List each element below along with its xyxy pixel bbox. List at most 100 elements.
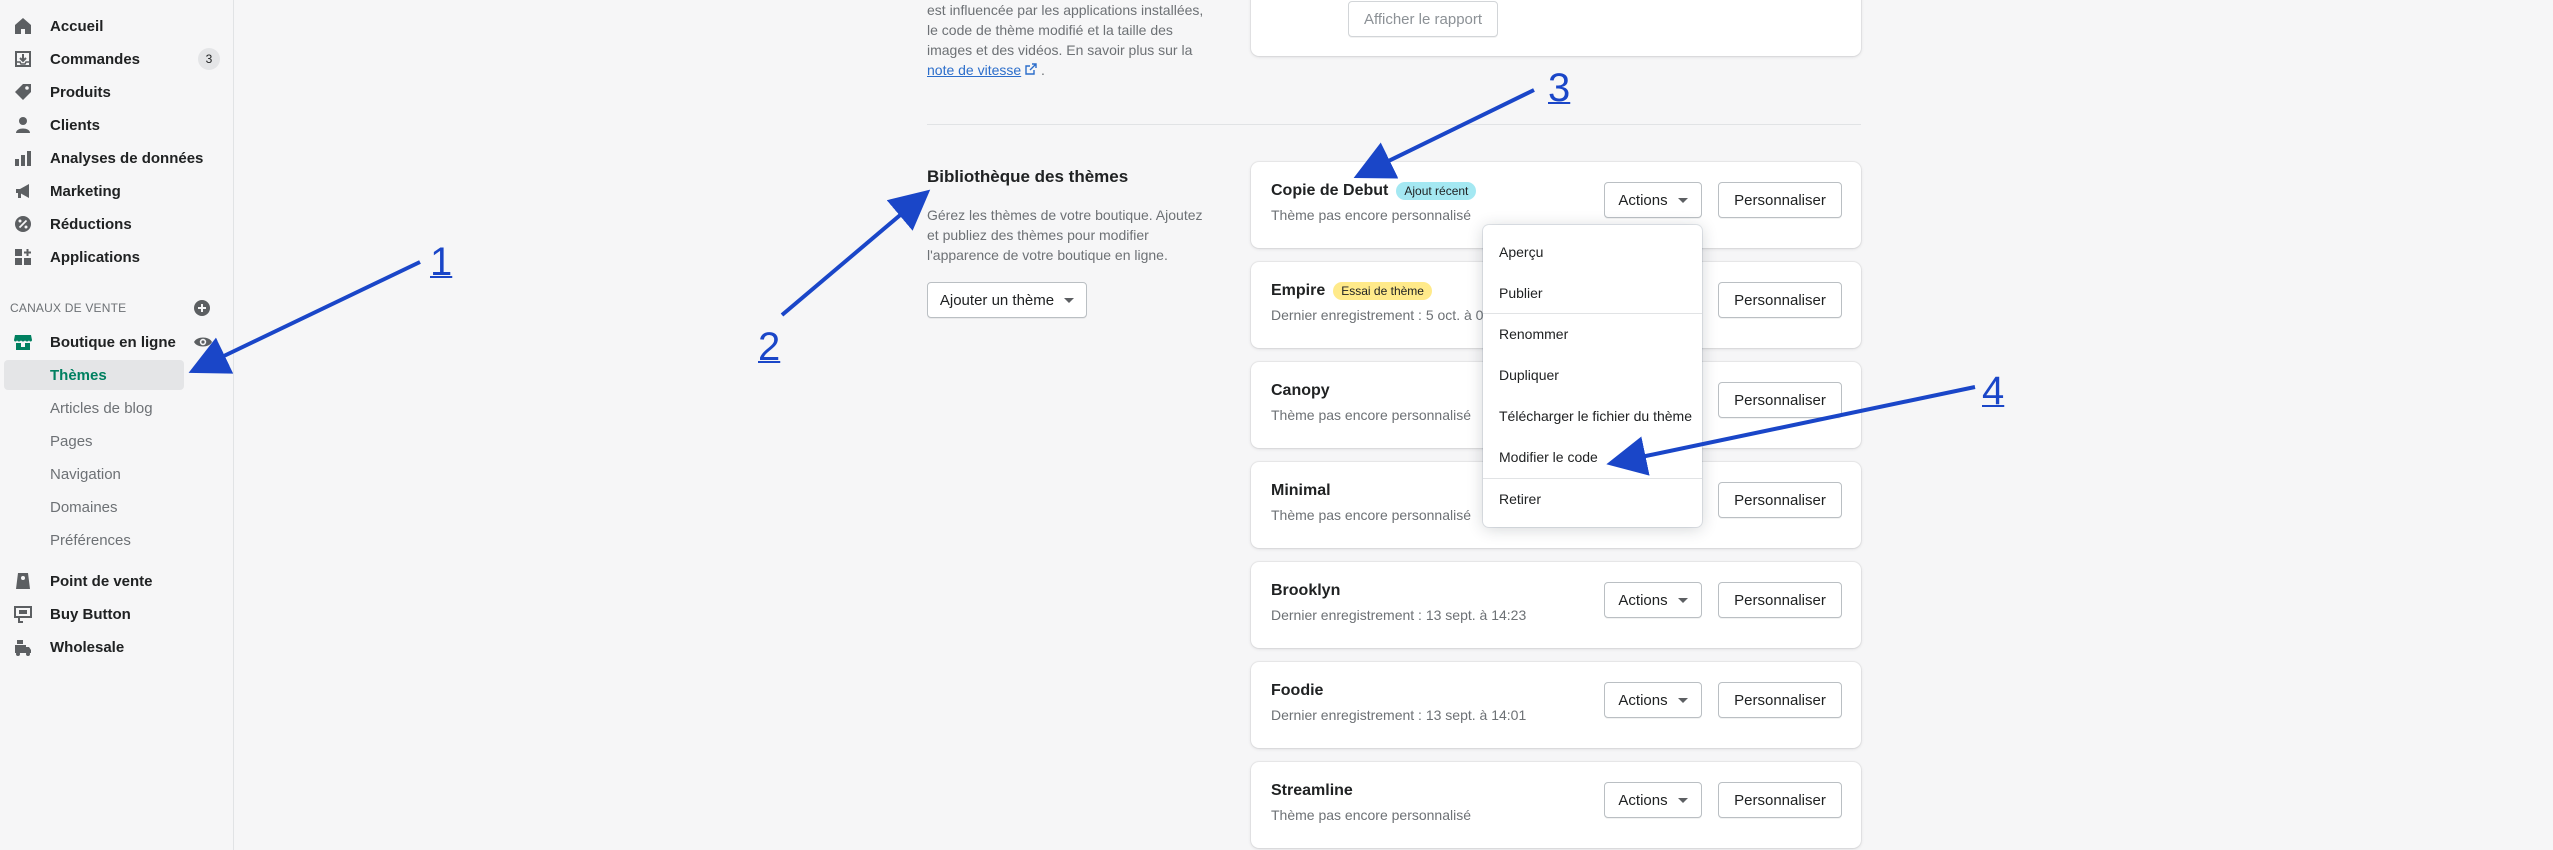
theme-name-text: Empire — [1271, 282, 1326, 299]
sidebar: Accueil Commandes 3 Produits Clients Ana… — [0, 0, 234, 850]
arrow-1 — [188, 260, 421, 374]
theme-card-foodie: Foodie Dernier enregistrement : 13 sept.… — [1251, 662, 1861, 748]
annotation-number-2: 2 — [758, 325, 781, 369]
sidebar-item-wholesale[interactable]: Wholesale — [0, 632, 234, 662]
recent-badge: Ajout récent — [1396, 182, 1477, 200]
add-channel-icon[interactable] — [193, 299, 211, 317]
customize-button[interactable]: Personnaliser — [1718, 482, 1842, 518]
speed-score-link[interactable]: note de vitesse — [927, 62, 1021, 78]
sidebar-item-products[interactable]: Produits — [0, 77, 234, 107]
sidebar-item-orders[interactable]: Commandes 3 — [0, 44, 234, 74]
actions-label: Actions — [1618, 691, 1668, 709]
sidebar-item-marketing[interactable]: Marketing — [0, 176, 234, 206]
theme-name-text: Canopy — [1271, 382, 1330, 399]
megaphone-icon — [12, 180, 34, 202]
chevron-down-icon — [1677, 597, 1688, 603]
sidebar-item-label: Commandes — [50, 50, 141, 68]
actions-button[interactable]: Actions — [1604, 782, 1702, 818]
annotation-number-4: 4 — [1982, 369, 2005, 413]
discount-icon — [12, 213, 34, 235]
menu-item-duplicate[interactable]: Dupliquer — [1483, 355, 1702, 395]
annotation-number-1: 1 — [430, 240, 453, 284]
sidebar-item-label: Wholesale — [50, 638, 125, 656]
person-icon — [12, 114, 34, 136]
sidebar-item-label: Réductions — [50, 215, 132, 233]
store-icon — [12, 331, 34, 353]
theme-status: Dernier enregistrement : 13 sept. à 14:2… — [1271, 607, 1527, 623]
sidebar-item-themes[interactable]: Thèmes — [4, 360, 184, 390]
theme-status: Thème pas encore personnalisé — [1271, 407, 1472, 423]
theme-name: Copie de Debut Ajout récent — [1271, 182, 1477, 200]
sidebar-item-label: Accueil — [50, 17, 104, 35]
orders-icon — [12, 48, 34, 70]
menu-item-edit-code[interactable]: Modifier le code — [1483, 437, 1702, 477]
menu-item-remove[interactable]: Retirer — [1483, 479, 1702, 519]
chevron-down-icon — [1064, 297, 1075, 303]
sidebar-item-domains[interactable]: Domaines — [4, 492, 184, 522]
sidebar-item-label: Marketing — [50, 182, 121, 200]
sidebar-item-customers[interactable]: Clients — [0, 110, 234, 140]
sidebar-sub-label: Thèmes — [50, 366, 107, 384]
customize-button[interactable]: Personnaliser — [1718, 382, 1842, 418]
actions-menu: Aperçu Publier Renommer Dupliquer Téléch… — [1483, 225, 1702, 527]
menu-item-rename[interactable]: Renommer — [1483, 314, 1702, 354]
menu-item-preview[interactable]: Aperçu — [1483, 232, 1702, 272]
theme-name: Streamline — [1271, 782, 1353, 800]
actions-button[interactable]: Actions — [1604, 182, 1702, 218]
theme-status: Thème pas encore personnalisé — [1271, 207, 1472, 223]
section-divider — [927, 124, 1861, 125]
arrow-3 — [1353, 88, 1535, 179]
theme-name-text: Minimal — [1271, 482, 1331, 499]
sidebar-sub-label: Préférences — [50, 531, 131, 549]
menu-item-publish[interactable]: Publier — [1483, 273, 1702, 313]
sidebar-item-point-of-sale[interactable]: Point de vente — [0, 566, 234, 596]
customize-button[interactable]: Personnaliser — [1718, 682, 1842, 718]
sidebar-sub-label: Navigation — [50, 465, 121, 483]
view-report-button[interactable]: Afficher le rapport — [1348, 1, 1498, 37]
chevron-down-icon — [1677, 197, 1688, 203]
sidebar-sub-label: Pages — [50, 432, 93, 450]
bar-chart-icon — [12, 147, 34, 169]
menu-item-download-theme[interactable]: Télécharger le fichier du thème — [1483, 396, 1702, 436]
apps-icon — [12, 246, 34, 268]
tag-icon — [12, 81, 34, 103]
theme-card-streamline: Streamline Thème pas encore personnalisé… — [1251, 762, 1861, 848]
speed-text-end: . — [1040, 62, 1045, 78]
sidebar-item-discounts[interactable]: Réductions — [0, 209, 234, 239]
home-icon — [12, 15, 34, 37]
customize-button[interactable]: Personnaliser — [1718, 782, 1842, 818]
actions-label: Actions — [1618, 791, 1668, 809]
add-theme-button[interactable]: Ajouter un thème — [927, 282, 1087, 318]
speed-text: est influencée par les applications inst… — [927, 2, 1204, 58]
sidebar-item-label: Analyses de données — [50, 149, 204, 167]
theme-name-text: Brooklyn — [1271, 582, 1341, 599]
actions-button[interactable]: Actions — [1604, 582, 1702, 618]
theme-status: Thème pas encore personnalisé — [1271, 807, 1472, 823]
sidebar-item-pages[interactable]: Pages — [4, 426, 184, 456]
theme-library-description: Gérez les thèmes de votre boutique. Ajou… — [927, 207, 1203, 263]
annotation-number-3: 3 — [1548, 66, 1571, 110]
customize-button[interactable]: Personnaliser — [1718, 182, 1842, 218]
sidebar-item-blog-posts[interactable]: Articles de blog — [4, 393, 184, 423]
buy-button-icon — [12, 603, 34, 625]
sidebar-item-label: Buy Button — [50, 605, 131, 623]
speed-description: est influencée par les applications inst… — [927, 0, 1207, 80]
sidebar-sub-label: Domaines — [50, 498, 118, 516]
customize-button[interactable]: Personnaliser — [1718, 282, 1842, 318]
sidebar-item-analytics[interactable]: Analyses de données — [0, 143, 234, 173]
actions-button[interactable]: Actions — [1604, 682, 1702, 718]
theme-name: Empire Essai de thème — [1271, 282, 1432, 300]
sidebar-item-buy-button[interactable]: Buy Button — [0, 599, 234, 629]
theme-status: Dernier enregistrement : 5 oct. à 08 — [1271, 307, 1492, 323]
sidebar-item-home[interactable]: Accueil — [0, 11, 234, 41]
sales-channels-heading: CANAUX DE VENTE — [10, 301, 127, 315]
sidebar-item-preferences[interactable]: Préférences — [4, 525, 184, 555]
theme-library-title: Bibliothèque des thèmes — [927, 167, 1129, 186]
view-store-eye-icon[interactable] — [193, 332, 213, 352]
theme-name-text: Streamline — [1271, 782, 1353, 799]
sidebar-item-navigation[interactable]: Navigation — [4, 459, 184, 489]
customize-button[interactable]: Personnaliser — [1718, 582, 1842, 618]
sidebar-item-label: Point de vente — [50, 572, 153, 590]
external-link-icon[interactable] — [1025, 62, 1037, 78]
sidebar-item-apps[interactable]: Applications — [0, 242, 234, 272]
